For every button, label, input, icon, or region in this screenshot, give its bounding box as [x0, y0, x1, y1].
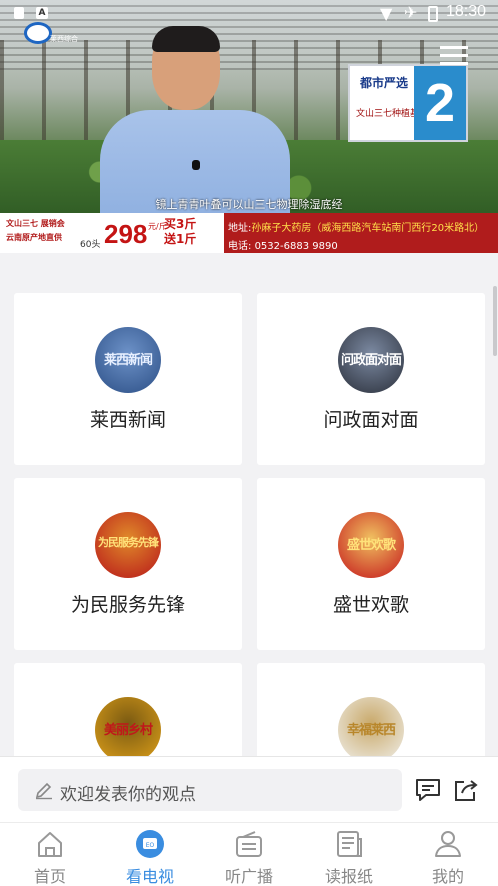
program-label: 盛世欢歌: [332, 594, 409, 616]
airplane-icon: ✈: [404, 3, 418, 22]
ad-address: 地址:孙麻子大药房（威海西路汽车站南门西行20米路北）: [228, 223, 485, 234]
newspaper-icon: [337, 831, 362, 857]
nav-item-newspaper[interactable]: 读报纸: [299, 823, 399, 886]
ad-quantity: 60头: [80, 240, 101, 250]
program-card[interactable]: 幸福莱西: [257, 663, 485, 756]
program-card[interactable]: 美丽乡村: [14, 663, 242, 756]
app-notification-icon: A: [36, 7, 48, 19]
nav-label: 听广播: [224, 867, 273, 886]
comment-icon[interactable]: [414, 777, 442, 803]
program-label: 问政面对面: [323, 409, 419, 431]
nav-item-home[interactable]: 首页: [0, 823, 100, 886]
notification-icon: [14, 7, 24, 19]
nav-label: 看电视: [125, 867, 174, 886]
program-thumbnail: 盛世欢歌: [338, 512, 404, 578]
nav-item-profile[interactable]: 我的: [398, 823, 498, 886]
clock: 18:30: [446, 3, 487, 20]
wifi-icon: ▼: [380, 4, 393, 23]
program-thumbnail: 为民服务先锋: [95, 512, 161, 578]
video-subtitle: 镜上青青叶叠可以山三七物理除湿底经: [155, 198, 343, 211]
sign-number: 2: [414, 66, 466, 140]
home-icon: [38, 832, 62, 857]
program-card[interactable]: 盛世欢歌 盛世欢歌: [257, 478, 485, 650]
presenter: [100, 26, 290, 220]
menu-icon[interactable]: [440, 46, 468, 66]
share-icon[interactable]: [452, 777, 480, 803]
program-thumbnail: 美丽乡村: [95, 697, 161, 756]
program-thumbnail: 莱西新闻: [95, 327, 161, 393]
ad-brand: 文山三七 展销会 云南原产地直供: [6, 219, 65, 242]
comment-placeholder: 欢迎发表你的观点: [60, 785, 196, 805]
program-card[interactable]: 莱西新闻 莱西新闻: [14, 293, 242, 465]
program-thumbnail: 幸福莱西: [338, 697, 404, 756]
comment-input[interactable]: 欢迎发表你的观点: [18, 769, 402, 811]
program-thumbnail: 问政面对面: [338, 327, 404, 393]
program-grid: 莱西新闻 莱西新闻 问政面对面 问政面对面 为民服务先锋 为民服务先锋 盛世欢歌…: [0, 253, 498, 756]
ad-banner: 文山三七 展销会 云南原产地直供 60头 298 元/斤 买3斤 送1斤 地址:…: [0, 213, 498, 253]
nav-label: 我的: [431, 867, 464, 886]
video-player[interactable]: 莱西综合 都市严选 文山三七种植基地 2 镜上青青叶叠可以山三七物理除湿底经 文…: [0, 0, 498, 253]
profile-icon: [435, 831, 461, 857]
ad-phone: 电话: 0532-6883 9890: [228, 241, 338, 252]
battery-icon: [428, 6, 438, 22]
status-bar: A ▼ ✈ 18:30: [0, 0, 498, 26]
nav-label: 读报纸: [324, 867, 373, 886]
scrollbar[interactable]: [493, 286, 497, 356]
nav-item-radio[interactable]: 听广播: [199, 823, 299, 886]
tv-icon: EO: [136, 830, 164, 858]
nav-label: 首页: [33, 867, 66, 886]
bottom-nav: 首页 EO 看电视 听广播 读报纸 我的: [0, 822, 498, 886]
radio-icon: [236, 831, 262, 857]
comment-bar: 欢迎发表你的观点: [0, 756, 498, 822]
svg-text:EO: EO: [146, 842, 155, 849]
program-card[interactable]: 为民服务先锋 为民服务先锋: [14, 478, 242, 650]
pencil-icon: [35, 782, 52, 800]
ad-deal: 买3斤 送1斤: [164, 217, 197, 246]
nav-item-tv[interactable]: EO 看电视: [100, 823, 200, 886]
program-card[interactable]: 问政面对面 问政面对面: [257, 293, 485, 465]
program-label: 莱西新闻: [89, 409, 166, 431]
ad-price: 298: [104, 219, 148, 249]
program-label: 为民服务先锋: [70, 594, 185, 616]
ranking-sign: 都市严选 文山三七种植基地 2: [348, 64, 468, 142]
sign-title: 都市严选: [360, 76, 409, 90]
